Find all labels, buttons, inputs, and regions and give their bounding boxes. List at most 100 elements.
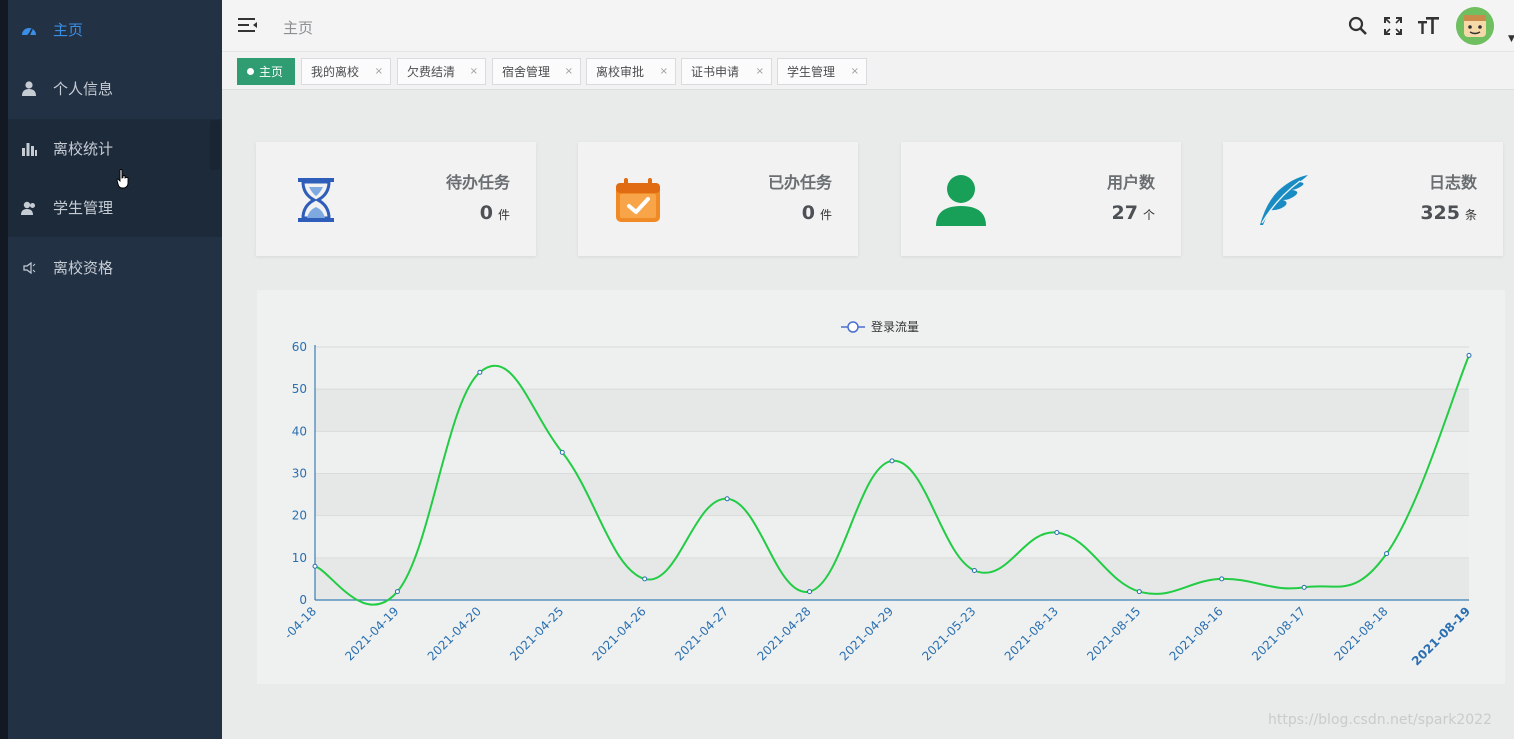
font-size-icon[interactable]	[1418, 16, 1440, 40]
user-icon	[933, 172, 989, 228]
legend-label: 登录流量	[871, 319, 919, 334]
card-pending-tasks[interactable]: 待办任务 0件	[256, 142, 536, 256]
x-tick-label: 2021-04-27	[672, 604, 731, 663]
close-icon[interactable]: ×	[851, 66, 859, 77]
data-point	[1054, 530, 1060, 536]
tab-certificate-application[interactable]: 证书申请 ×	[681, 58, 772, 85]
sidebar-item-label: 离校资格	[53, 259, 114, 277]
sidebar-item-home[interactable]: 主页	[8, 0, 222, 59]
y-tick-label: 10	[292, 551, 307, 565]
card-completed-tasks[interactable]: 已办任务 0件	[578, 142, 858, 256]
data-point	[1301, 584, 1307, 590]
menu-toggle-icon[interactable]	[238, 16, 258, 38]
data-point	[971, 567, 977, 573]
tab-label: 离校审批	[596, 65, 645, 79]
sidebar-item-leave-qualification[interactable]: 离校资格	[8, 238, 222, 297]
close-icon[interactable]: ×	[756, 66, 764, 77]
sidebar-item-label: 主页	[53, 21, 84, 39]
chart-svg: 0 10 20 30 40 50 60 -04-18 2021-04-19 2021-04-20 2…	[282, 319, 1474, 668]
card-user-count[interactable]: 用户数 27 个	[901, 142, 1181, 256]
x-tick-label: 2021-08-15	[1084, 604, 1143, 663]
card-log-count[interactable]: 日志数 325 条	[1223, 142, 1503, 256]
login-traffic-chart: 0 10 20 30 40 50 60 -04-18 2021-04-19 2021-04-20 2…	[257, 290, 1505, 684]
close-icon[interactable]: ×	[565, 66, 573, 77]
tab-label: 主页	[259, 65, 284, 79]
sidebar-item-label: 离校统计	[53, 140, 114, 158]
card-title: 用户数	[1106, 173, 1155, 192]
data-point	[642, 576, 648, 582]
grid-band	[315, 431, 1469, 474]
tab-leave-approval[interactable]: 离校审批 ×	[586, 58, 676, 85]
x-tick-label: 2021-04-20	[425, 604, 484, 663]
fullscreen-icon[interactable]	[1383, 16, 1403, 40]
sidebar-item-label: 个人信息	[53, 80, 114, 98]
x-tick-label: 2021-08-18	[1331, 604, 1390, 663]
x-tick-label: 2021-04-26	[590, 604, 649, 663]
chevron-down-icon[interactable]: ▼	[1508, 34, 1514, 44]
sidebar-item-students[interactable]: 学生管理	[8, 178, 222, 237]
x-tick-label: 2021-04-25	[507, 604, 566, 663]
card-value: 0件	[801, 202, 832, 224]
y-tick-label: 40	[292, 424, 307, 438]
tab-dorm-management[interactable]: 宿舍管理 ×	[492, 58, 581, 85]
hourglass-icon	[288, 172, 344, 228]
watermark: https://blog.csdn.net/spark2022	[1267, 712, 1492, 728]
tab-fee-settlement[interactable]: 欠费结清 ×	[397, 58, 486, 85]
tab-label: 我的离校	[311, 65, 360, 79]
avatar[interactable]	[1456, 7, 1494, 45]
data-point	[312, 563, 318, 569]
tab-my-leave[interactable]: 我的离校 ×	[301, 58, 391, 85]
sidebar-item-leave-stats[interactable]: 离校统计	[8, 119, 222, 178]
tab-label: 学生管理	[787, 65, 836, 79]
breadcrumb[interactable]: 主页	[283, 17, 313, 38]
card-title: 日志数	[1428, 173, 1477, 192]
y-tick-label: 60	[292, 340, 307, 354]
y-tick-label: 0	[299, 593, 307, 607]
x-tick-label: 2021-08-13	[1002, 604, 1061, 663]
feather-icon	[1255, 172, 1311, 228]
x-tick-label: 2021-05-23	[919, 604, 978, 663]
top-header: 主页 ▼	[222, 0, 1514, 52]
close-icon[interactable]: ×	[375, 66, 383, 77]
card-title: 已办任务	[767, 173, 832, 192]
tags-view: 主页 我的离校 × 欠费结清 × 宿舍管理 × 离校审批 × 证书申请 × 学生…	[222, 52, 1514, 90]
data-point	[394, 589, 400, 595]
close-icon[interactable]: ×	[470, 66, 478, 77]
hand-cursor-icon	[116, 169, 130, 193]
close-icon[interactable]: ×	[660, 66, 668, 77]
user-icon	[21, 81, 37, 97]
y-tick-label: 50	[292, 382, 307, 396]
data-point	[477, 369, 483, 375]
data-point	[1136, 589, 1142, 595]
sidebar-scrollbar[interactable]	[210, 120, 220, 170]
active-dot-icon	[247, 68, 254, 75]
calendar-check-icon	[610, 172, 666, 228]
card-value: 27 个	[1111, 202, 1155, 224]
data-point	[1466, 352, 1472, 358]
dashboard-icon	[21, 22, 37, 38]
window-edge	[0, 0, 8, 739]
grid-band	[315, 473, 1469, 516]
data-point	[1384, 551, 1390, 557]
sidebar-item-profile[interactable]: 个人信息	[8, 59, 222, 118]
sidebar: 主页 个人信息 离校统计 学生管理 离校资格	[8, 0, 222, 739]
tab-label: 宿舍管理	[502, 65, 551, 79]
data-point	[889, 458, 895, 464]
y-tick-label: 30	[292, 467, 307, 481]
legend-marker-icon	[847, 321, 859, 333]
grid-band	[315, 389, 1469, 432]
x-tick-label: 2021-04-29	[837, 604, 896, 663]
x-tick-label: 2021-04-19	[342, 604, 401, 663]
bar-chart-icon	[21, 141, 37, 157]
data-point	[1219, 576, 1225, 582]
card-title: 待办任务	[445, 173, 510, 192]
tab-student-management[interactable]: 学生管理 ×	[777, 58, 867, 85]
search-icon[interactable]	[1348, 16, 1368, 40]
x-tick-label: 2021-08-19	[1409, 604, 1473, 668]
card-value: 0件	[479, 202, 510, 224]
x-tick-label: 2021-08-16	[1167, 604, 1226, 663]
users-icon	[21, 200, 37, 216]
x-tick-label: 2021-08-17	[1249, 604, 1308, 663]
tab-home[interactable]: 主页	[237, 58, 295, 85]
card-value: 325 条	[1420, 202, 1477, 224]
